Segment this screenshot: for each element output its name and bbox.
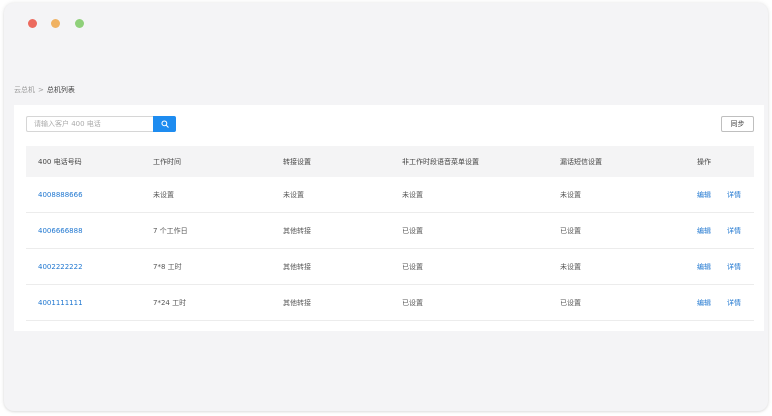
work-time-cell: 7 个工作日 xyxy=(153,212,283,249)
table-header: 400 电话号码 工作时间 转接设置 非工作时段语音菜单设置 漏话短信设置 操作 xyxy=(26,146,754,177)
edit-link[interactable]: 编辑 xyxy=(697,262,711,272)
phone-link[interactable]: 4001111111 xyxy=(38,299,83,307)
table-row: 4006666888 7 个工作日 其他转接 已设置 已设置 编辑 详情 xyxy=(26,212,754,249)
missed-sms-cell: 未设置 xyxy=(560,177,697,213)
table-row: 4008888666 未设置 未设置 未设置 未设置 编辑 详情 xyxy=(26,177,754,213)
missed-sms-cell: 已设置 xyxy=(560,284,697,321)
work-time-cell: 未设置 xyxy=(153,177,283,213)
missed-sms-cell: 已设置 xyxy=(560,212,697,249)
pbx-table: 400 电话号码 工作时间 转接设置 非工作时段语音菜单设置 漏话短信设置 操作… xyxy=(26,146,754,321)
column-header-missed-sms: 漏话短信设置 xyxy=(560,146,697,177)
table-row: 4002222222 7*8 工时 其他转接 已设置 未设置 编辑 详情 xyxy=(26,248,754,285)
transfer-cell: 其他转接 xyxy=(283,284,402,321)
column-header-transfer: 转接设置 xyxy=(283,146,402,177)
breadcrumb-item-pbx-list: 总机列表 xyxy=(46,86,75,94)
detail-link[interactable]: 详情 xyxy=(727,298,741,308)
edit-link[interactable]: 编辑 xyxy=(697,226,711,236)
main-card: 同步 400 电话号码 工作时间 转接设置 非工作时段语音菜单设置 漏话短信设置… xyxy=(14,105,764,331)
detail-link[interactable]: 详情 xyxy=(727,190,741,200)
app-window: 云总机 > 总机列表 同步 xyxy=(4,3,768,411)
edit-link[interactable]: 编辑 xyxy=(697,298,711,308)
transfer-cell: 其他转接 xyxy=(283,212,402,249)
breadcrumb-separator: > xyxy=(38,86,44,94)
missed-sms-cell: 未设置 xyxy=(560,248,697,285)
window-close-button[interactable] xyxy=(28,19,37,28)
window-minimize-button[interactable] xyxy=(51,19,60,28)
off-hours-menu-cell: 已设置 xyxy=(402,284,560,321)
sync-button[interactable]: 同步 xyxy=(721,116,754,132)
transfer-cell: 其他转接 xyxy=(283,248,402,285)
search-icon xyxy=(160,120,169,128)
column-header-work-time: 工作时间 xyxy=(153,146,283,177)
column-header-phone: 400 电话号码 xyxy=(26,146,153,177)
breadcrumb-item-cloud-pbx[interactable]: 云总机 xyxy=(14,85,35,95)
phone-link[interactable]: 4008888666 xyxy=(38,191,83,199)
detail-link[interactable]: 详情 xyxy=(727,262,741,272)
phone-link[interactable]: 4002222222 xyxy=(38,263,83,271)
transfer-cell: 未设置 xyxy=(283,177,402,213)
work-time-cell: 7*8 工时 xyxy=(153,248,283,285)
table-row: 4001111111 7*24 工时 其他转接 已设置 已设置 编辑 详情 xyxy=(26,284,754,321)
breadcrumb: 云总机 > 总机列表 xyxy=(14,85,75,95)
edit-link[interactable]: 编辑 xyxy=(697,190,711,200)
off-hours-menu-cell: 已设置 xyxy=(402,248,560,285)
search-input[interactable] xyxy=(26,116,153,132)
search-button[interactable] xyxy=(153,116,176,132)
search-bar xyxy=(26,116,176,132)
column-header-off-hours-menu: 非工作时段语音菜单设置 xyxy=(402,146,560,177)
work-time-cell: 7*24 工时 xyxy=(153,284,283,321)
off-hours-menu-cell: 未设置 xyxy=(402,177,560,213)
detail-link[interactable]: 详情 xyxy=(727,226,741,236)
column-header-actions: 操作 xyxy=(697,146,754,177)
window-maximize-button[interactable] xyxy=(75,19,84,28)
off-hours-menu-cell: 已设置 xyxy=(402,212,560,249)
phone-link[interactable]: 4006666888 xyxy=(38,227,83,235)
